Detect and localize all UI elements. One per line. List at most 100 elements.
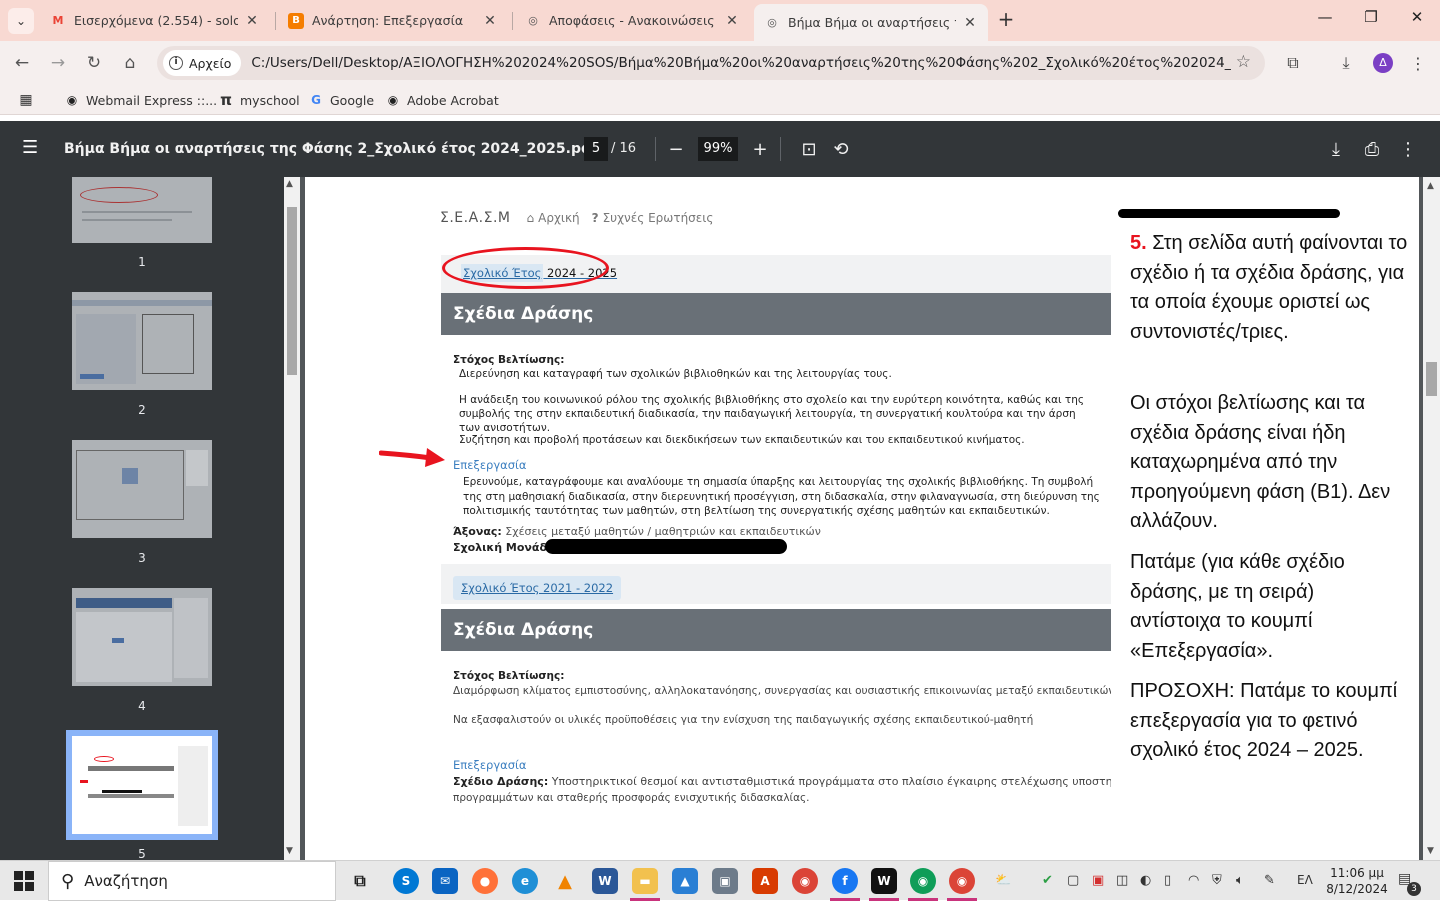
thumbnail-page[interactable] — [72, 292, 212, 390]
edit-link[interactable]: Επεξεργασία — [453, 458, 526, 472]
download-icon[interactable]: ⤓ — [1333, 50, 1359, 76]
home-icon[interactable]: ⌂ — [117, 50, 143, 76]
window-close-icon[interactable]: ✕ — [1402, 8, 1432, 32]
tray-app-icon[interactable]: ▯ — [1164, 873, 1171, 888]
year-previous-button[interactable]: Σχολικό Έτος 2021 - 2022 — [453, 576, 622, 600]
control-panel-icon[interactable]: ▣ — [712, 868, 738, 894]
close-icon[interactable]: ✕ — [962, 15, 978, 31]
viewer-scrollbar[interactable] — [1423, 177, 1440, 860]
mail-icon[interactable]: ✉ — [432, 868, 458, 894]
scroll-up-icon[interactable]: ▲ — [1427, 181, 1434, 191]
windows-start-icon[interactable] — [14, 871, 34, 891]
new-tab-button[interactable]: + — [995, 9, 1017, 31]
thumbnail-page[interactable] — [72, 440, 212, 538]
zoom-out-icon[interactable]: − — [664, 137, 688, 161]
firefox-icon[interactable]: ● — [472, 868, 498, 894]
file-explorer-icon[interactable]: ▬ — [632, 868, 658, 894]
bookmark-webmail[interactable]: ◉ Webmail Express ::... — [64, 92, 217, 108]
close-icon[interactable]: ✕ — [724, 13, 740, 29]
close-icon[interactable]: ✕ — [482, 13, 498, 29]
url-text[interactable]: C:/Users/Dell/Desktop/ΑΞΙΟΛΟΓΗΣΗ%202024%… — [251, 55, 1231, 71]
photos-icon[interactable]: ▲ — [672, 868, 698, 894]
tab-search-button[interactable]: ⌄ — [8, 8, 34, 34]
tray-app-icon[interactable]: ✔ — [1042, 873, 1053, 888]
scroll-up-icon[interactable]: ▲ — [286, 179, 293, 189]
gmail-icon: M — [52, 14, 64, 27]
thumbnail-sidebar: 1 2 3 4 5 ▲ ▼ — [0, 177, 300, 860]
viewer-scroll-thumb[interactable] — [1426, 362, 1437, 396]
tab-pdf-active[interactable]: ◎ Βήμα Βήμα οι αναρτήσεις της Φ ✕ — [754, 4, 988, 41]
site-info-chip[interactable]: i Αρχείο — [163, 50, 242, 76]
tab-title: Αποφάσεις - Ανακοινώσεις - Δ — [549, 13, 718, 28]
volume-icon[interactable]: 🔈︎ — [1236, 873, 1244, 888]
globe-icon: ◎ — [528, 14, 538, 27]
tray-app-icon[interactable]: ▢ — [1067, 873, 1079, 888]
tab-decisions[interactable]: ◎ Αποφάσεις - Ανακοινώσεις - Δ ✕ — [515, 4, 750, 37]
skype-icon[interactable]: S — [393, 868, 419, 894]
bookmark-myschool[interactable]: π myschool — [218, 91, 300, 109]
weather-icon[interactable]: ⛅ — [995, 873, 1011, 888]
thumbnail-page[interactable] — [72, 588, 212, 686]
zoom-in-icon[interactable]: + — [748, 137, 772, 161]
pdf-download-icon[interactable]: ⤓ — [1324, 137, 1348, 161]
pdf-more-icon[interactable]: ⋮ — [1396, 137, 1420, 161]
sidebar-scroll-thumb[interactable] — [287, 207, 297, 375]
page-number-input[interactable]: 5 — [584, 137, 608, 161]
vlc-icon[interactable]: ▲ — [552, 868, 578, 894]
tray-app-icon[interactable]: ◐ — [1140, 873, 1151, 888]
fit-page-icon[interactable]: ⊡ — [797, 137, 821, 161]
plan2-line-2: προγραμμάτων και σταθερής προσφοράς ενισ… — [453, 792, 810, 804]
goal2-line: Διαμόρφωση κλίματος εμπιστοσύνης, αλληλο… — [453, 685, 1111, 697]
task-view-icon[interactable]: ⧉ — [347, 868, 373, 894]
clock[interactable]: 11:06 μμ 8/12/2024 — [1322, 865, 1392, 897]
back-icon[interactable]: ← — [9, 50, 35, 76]
more-vert-icon[interactable]: ⋮ — [1405, 50, 1431, 76]
word-icon[interactable]: W — [592, 868, 618, 894]
tab-gmail[interactable]: M Εισερχόμενα (2.554) - solomos ✕ — [40, 4, 270, 37]
extensions-icon[interactable]: ⧉ — [1280, 50, 1306, 76]
profile-avatar[interactable]: Δ — [1373, 53, 1393, 73]
chrome-active-icon[interactable]: ◉ — [949, 868, 975, 894]
edge-icon[interactable]: e — [512, 868, 538, 894]
note-text: Πατάμε (για κάθε σχέδιο δράσης, με τη σε… — [1130, 551, 1345, 662]
shield-icon[interactable]: ⛨ — [1212, 873, 1222, 888]
chrome-profile-icon[interactable]: ◉ — [910, 868, 936, 894]
thumbnail-page-selected[interactable] — [72, 736, 212, 834]
tab-strip: ⌄ M Εισερχόμενα (2.554) - solomos ✕ B Αν… — [0, 0, 1440, 41]
instruction-notes: 5. Στη σελίδα αυτή φαίνονται το σχέδιο ή… — [1115, 207, 1415, 860]
apps-icon[interactable]: ▦ — [18, 92, 40, 108]
restore-icon[interactable]: ❐ — [1356, 8, 1386, 32]
taskbar-search[interactable]: ⚲ Αναζήτηση — [48, 861, 336, 901]
language-indicator[interactable]: ΕΛ — [1297, 873, 1313, 887]
nav-home: Αρχική — [538, 211, 580, 225]
minimize-icon[interactable]: — — [1310, 8, 1340, 32]
tab-blogger[interactable]: B Ανάρτηση: Επεξεργασία ✕ — [278, 4, 508, 37]
forward-icon[interactable]: → — [45, 50, 71, 76]
reload-icon[interactable]: ↻ — [81, 50, 107, 76]
plan2-line: Υποστηρικτικοί θεσμοί και αντισταθμιστικ… — [551, 775, 1111, 788]
close-icon[interactable]: ✕ — [244, 13, 260, 29]
chrome-icon[interactable]: ◉ — [792, 868, 818, 894]
star-icon[interactable]: ☆ — [1236, 52, 1251, 72]
facebook-icon[interactable]: f — [832, 868, 858, 894]
thumbnail-number: 4 — [138, 699, 146, 713]
bookmark-google[interactable]: G Google — [308, 92, 374, 108]
tray-app-icon[interactable]: ▣ — [1092, 873, 1104, 888]
thumbnail-page[interactable] — [72, 177, 212, 243]
scroll-down-icon[interactable]: ▼ — [1427, 846, 1434, 856]
acrobat-icon[interactable]: A — [752, 868, 778, 894]
webex-icon[interactable]: W — [871, 868, 897, 894]
wifi-icon[interactable]: ◠ — [1188, 873, 1199, 888]
rotate-icon[interactable]: ⟲ — [829, 137, 853, 161]
print-icon[interactable]: ⎙ — [1360, 137, 1384, 161]
axis-label: Άξονας: — [453, 525, 502, 538]
tray-app-icon[interactable]: ◫ — [1116, 873, 1128, 888]
goal2-label: Στόχος Βελτίωσης: — [453, 670, 565, 682]
menu-icon[interactable]: ☰ — [22, 139, 42, 159]
scroll-down-icon[interactable]: ▼ — [286, 846, 293, 856]
bookmark-adobe[interactable]: ◉ Adobe Acrobat — [385, 92, 499, 108]
pen-icon[interactable]: ✎ — [1264, 873, 1275, 888]
zoom-input[interactable]: 99% — [698, 137, 738, 161]
address-bar[interactable]: i Αρχείο C:/Users/Dell/Desktop/ΑΞΙΟΛΟΓΗΣ… — [157, 46, 1265, 80]
edit-link-2[interactable]: Επεξεργασία — [453, 758, 526, 772]
